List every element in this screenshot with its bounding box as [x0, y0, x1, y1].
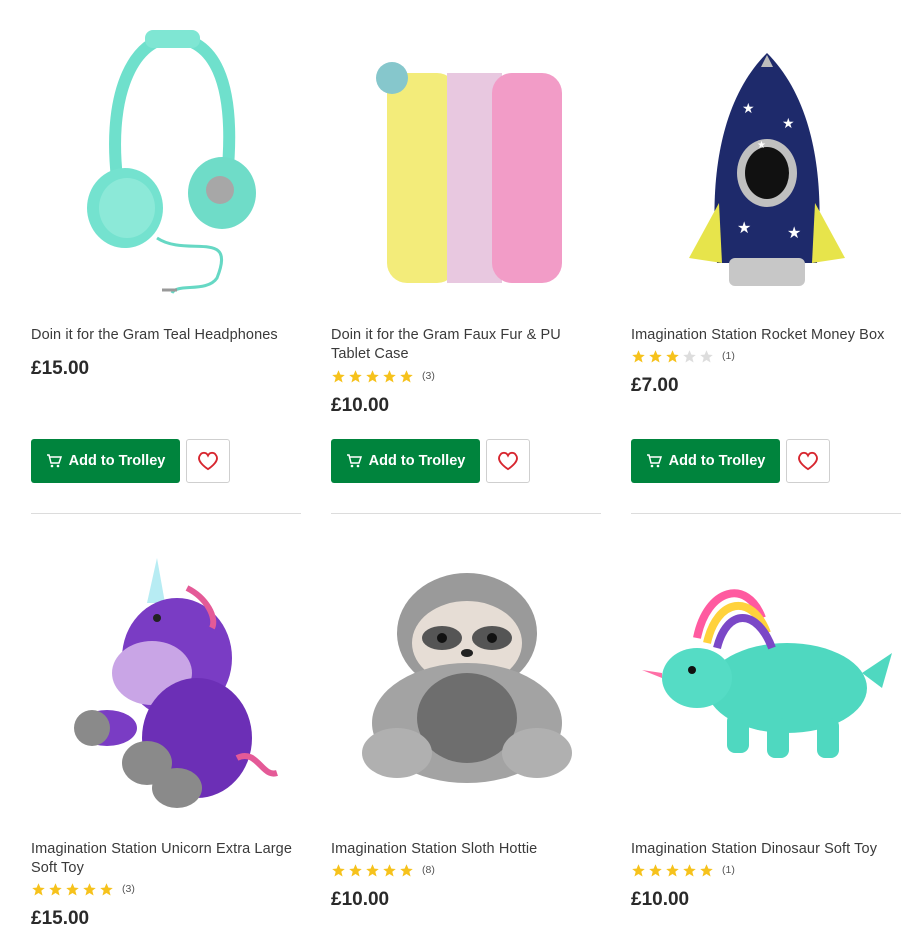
product-card: Doin it for the Gram Faux Fur & PU Table…: [331, 25, 603, 495]
star-rating: (8): [331, 862, 435, 878]
product-title[interactable]: Doin it for the Gram Teal Headphones: [31, 326, 303, 345]
product-image-unicorn[interactable]: [31, 540, 303, 815]
star-rating: (3): [331, 368, 435, 384]
heart-icon: [498, 451, 518, 471]
rating-count: (8): [422, 864, 435, 876]
product-card: ★ ★ ★ ★ ★ Imagination Station Rocket Mon…: [631, 25, 903, 495]
star-icon: [666, 863, 679, 876]
star-rating: (3): [31, 881, 135, 897]
star-icon: [332, 369, 345, 382]
product-price: £10.00: [331, 889, 390, 910]
rating-count: (3): [422, 370, 435, 382]
svg-text:★: ★: [737, 220, 751, 237]
stars: [631, 863, 714, 878]
stars: [631, 349, 714, 364]
product-price: £10.00: [331, 395, 390, 416]
star-icon: [632, 863, 645, 876]
star-icon: [632, 349, 645, 362]
rating-count: (3): [122, 883, 135, 895]
star-icon: [383, 369, 396, 382]
svg-text:★: ★: [742, 100, 755, 116]
row-divider: [331, 513, 601, 514]
add-to-trolley-label: Add to Trolley: [668, 453, 766, 469]
product-price: £15.00: [31, 358, 90, 379]
product-image-tablet-case[interactable]: [331, 25, 603, 300]
star-icon: [700, 863, 713, 876]
star-icon: [49, 882, 62, 895]
product-title[interactable]: Imagination Station Dinosaur Soft Toy: [631, 840, 903, 859]
star-icon: [683, 349, 696, 362]
heart-icon: [198, 451, 218, 471]
product-image-headphones[interactable]: [31, 25, 303, 300]
wishlist-button[interactable]: [786, 439, 830, 483]
product-card: Doin it for the Gram Teal Headphones £15…: [31, 25, 303, 495]
product-title[interactable]: Imagination Station Unicorn Extra Large …: [31, 840, 303, 878]
star-icon: [700, 349, 713, 362]
heart-icon: [798, 451, 818, 471]
star-icon: [400, 369, 413, 382]
star-icon: [683, 863, 696, 876]
star-icon: [349, 863, 362, 876]
star-rating: (1): [631, 862, 735, 878]
add-to-trolley-button[interactable]: Add to Trolley: [331, 439, 480, 483]
star-icon: [366, 369, 379, 382]
product-title[interactable]: Imagination Station Rocket Money Box: [631, 326, 903, 345]
add-to-trolley-label: Add to Trolley: [368, 453, 466, 469]
star-icon: [332, 863, 345, 876]
star-icon: [649, 349, 662, 362]
product-card: Imagination Station Unicorn Extra Large …: [31, 540, 303, 940]
stars: [331, 863, 414, 878]
product-price: £7.00: [631, 375, 679, 396]
star-icon: [349, 369, 362, 382]
star-icon: [666, 349, 679, 362]
svg-text:★: ★: [787, 225, 801, 242]
product-image-rocket[interactable]: ★ ★ ★ ★ ★: [631, 25, 903, 300]
star-icon: [66, 882, 79, 895]
trolley-icon: [46, 454, 62, 468]
star-icon: [400, 863, 413, 876]
product-price: £15.00: [31, 908, 90, 929]
star-icon: [83, 882, 96, 895]
wishlist-button[interactable]: [186, 439, 230, 483]
trolley-icon: [346, 454, 362, 468]
wishlist-button[interactable]: [486, 439, 530, 483]
star-icon: [100, 882, 113, 895]
trolley-icon: [646, 454, 662, 468]
star-icon: [366, 863, 379, 876]
star-icon: [383, 863, 396, 876]
svg-text:★: ★: [757, 140, 766, 151]
star-rating: (1): [631, 348, 735, 364]
product-card: Imagination Station Sloth Hottie (8) £10…: [331, 540, 603, 940]
row-divider: [31, 513, 301, 514]
product-title[interactable]: Doin it for the Gram Faux Fur & PU Table…: [331, 326, 603, 364]
product-card: Imagination Station Dinosaur Soft Toy (1…: [631, 540, 903, 940]
product-title[interactable]: Imagination Station Sloth Hottie: [331, 840, 603, 859]
rating-count: (1): [722, 864, 735, 876]
stars: [331, 369, 414, 384]
add-to-trolley-button[interactable]: Add to Trolley: [631, 439, 780, 483]
product-price: £10.00: [631, 889, 690, 910]
add-to-trolley-button[interactable]: Add to Trolley: [31, 439, 180, 483]
star-icon: [649, 863, 662, 876]
stars: [31, 882, 114, 897]
svg-text:★: ★: [782, 115, 795, 131]
star-icon: [32, 882, 45, 895]
row-divider: [631, 513, 901, 514]
product-image-sloth[interactable]: [331, 540, 603, 815]
add-to-trolley-label: Add to Trolley: [68, 453, 166, 469]
rating-count: (1): [722, 350, 735, 362]
product-image-dinosaur[interactable]: [631, 540, 903, 815]
